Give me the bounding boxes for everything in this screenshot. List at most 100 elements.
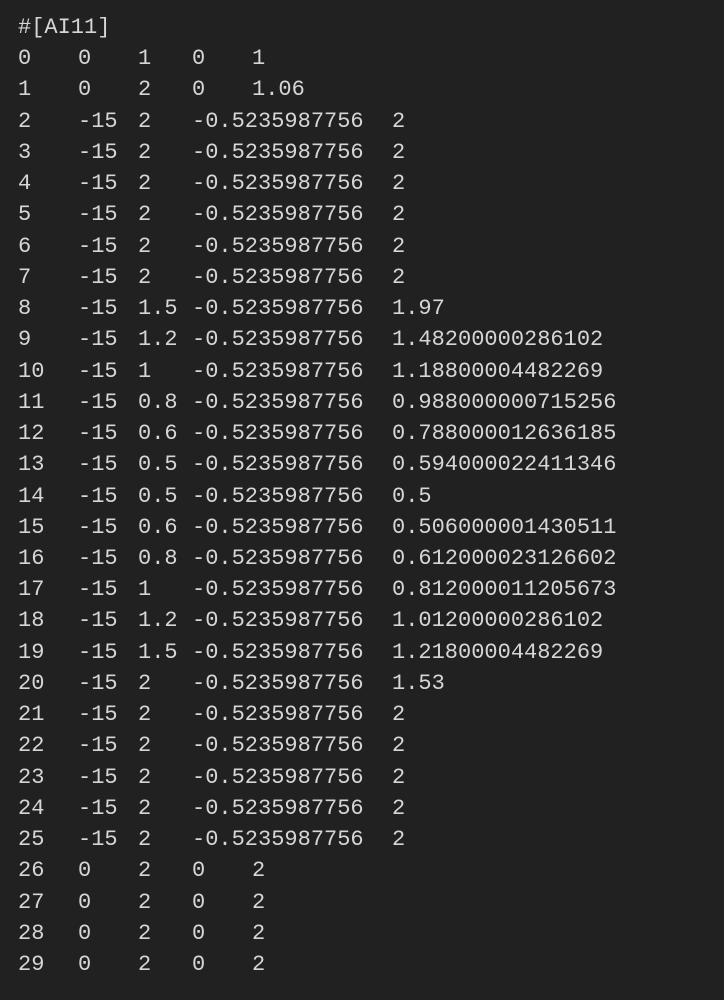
col-2: 0 [78, 43, 138, 74]
data-row: 3-152-0.52359877562 [18, 137, 706, 168]
col-4: -0.5235987756 [192, 574, 392, 605]
col-5: 1 [252, 43, 265, 74]
col-1: 17 [18, 574, 78, 605]
data-row: 14-150.5-0.52359877560.5 [18, 481, 706, 512]
col-3: 2 [138, 231, 192, 262]
col-5: 0.5 [392, 481, 432, 512]
col-5: 0.612000023126602 [392, 543, 616, 574]
col-2: 0 [78, 74, 138, 105]
col-4: -0.5235987756 [192, 512, 392, 543]
col-1: 0 [18, 43, 78, 74]
col-2: -15 [78, 168, 138, 199]
col-3: 1 [138, 356, 192, 387]
col-5: 2 [392, 106, 405, 137]
col-1: 20 [18, 668, 78, 699]
col-3: 2 [138, 262, 192, 293]
col-5: 0.594000022411346 [392, 449, 616, 480]
col-3: 2 [138, 199, 192, 230]
col-1: 19 [18, 637, 78, 668]
col-5: 2 [252, 949, 265, 980]
data-row: 7-152-0.52359877562 [18, 262, 706, 293]
data-row: 10201.06 [18, 74, 706, 105]
col-5: 0.988000000715256 [392, 387, 616, 418]
col-1: 1 [18, 74, 78, 105]
col-2: -15 [78, 481, 138, 512]
col-5: 2 [392, 262, 405, 293]
col-2: -15 [78, 512, 138, 543]
col-4: 0 [192, 887, 252, 918]
col-1: 2 [18, 106, 78, 137]
col-3: 2 [138, 168, 192, 199]
col-2: -15 [78, 824, 138, 855]
col-5: 0.788000012636185 [392, 418, 616, 449]
data-row: 15-150.6-0.52359877560.506000001430511 [18, 512, 706, 543]
col-3: 2 [138, 918, 192, 949]
col-5: 0.506000001430511 [392, 512, 616, 543]
data-row: 2-152-0.52359877562 [18, 106, 706, 137]
col-3: 2 [138, 106, 192, 137]
col-2: -15 [78, 730, 138, 761]
col-4: -0.5235987756 [192, 668, 392, 699]
col-2: -15 [78, 637, 138, 668]
data-row: 16-150.8-0.52359877560.612000023126602 [18, 543, 706, 574]
col-5: 1.48200000286102 [392, 324, 603, 355]
data-row: 19-151.5-0.52359877561.21800004482269 [18, 637, 706, 668]
data-row: 10-151-0.52359877561.18800004482269 [18, 356, 706, 387]
data-row: 12-150.6-0.52359877560.788000012636185 [18, 418, 706, 449]
col-3: 2 [138, 699, 192, 730]
col-1: 16 [18, 543, 78, 574]
data-row: 23-152-0.52359877562 [18, 762, 706, 793]
data-row: 4-152-0.52359877562 [18, 168, 706, 199]
col-3: 2 [138, 762, 192, 793]
col-4: -0.5235987756 [192, 481, 392, 512]
col-5: 2 [392, 824, 405, 855]
data-row: 8-151.5-0.52359877561.97 [18, 293, 706, 324]
col-1: 25 [18, 824, 78, 855]
col-2: 0 [78, 949, 138, 980]
col-2: 0 [78, 887, 138, 918]
col-2: -15 [78, 543, 138, 574]
col-5: 1.18800004482269 [392, 356, 603, 387]
col-4: -0.5235987756 [192, 324, 392, 355]
col-3: 0.5 [138, 481, 192, 512]
data-row: 00101 [18, 43, 706, 74]
col-4: -0.5235987756 [192, 730, 392, 761]
data-row: 21-152-0.52359877562 [18, 699, 706, 730]
col-4: -0.5235987756 [192, 793, 392, 824]
col-3: 1.5 [138, 637, 192, 668]
col-1: 15 [18, 512, 78, 543]
col-1: 5 [18, 199, 78, 230]
col-2: -15 [78, 418, 138, 449]
col-4: 0 [192, 43, 252, 74]
col-1: 8 [18, 293, 78, 324]
col-1: 29 [18, 949, 78, 980]
col-4: -0.5235987756 [192, 605, 392, 636]
col-5: 1.21800004482269 [392, 637, 603, 668]
col-3: 1.2 [138, 605, 192, 636]
col-2: 0 [78, 855, 138, 886]
col-3: 0.8 [138, 543, 192, 574]
col-2: -15 [78, 356, 138, 387]
col-4: -0.5235987756 [192, 262, 392, 293]
col-1: 6 [18, 231, 78, 262]
col-2: 0 [78, 918, 138, 949]
data-rows-container: 0010110201.062-152-0.523598775623-152-0.… [18, 43, 706, 980]
col-3: 2 [138, 793, 192, 824]
col-4: 0 [192, 855, 252, 886]
col-5: 1.06 [252, 74, 305, 105]
col-5: 2 [392, 199, 405, 230]
col-4: -0.5235987756 [192, 106, 392, 137]
col-1: 28 [18, 918, 78, 949]
col-1: 27 [18, 887, 78, 918]
col-5: 2 [392, 730, 405, 761]
col-2: -15 [78, 293, 138, 324]
col-5: 2 [392, 699, 405, 730]
col-5: 2 [392, 137, 405, 168]
col-1: 18 [18, 605, 78, 636]
col-1: 10 [18, 356, 78, 387]
col-3: 1 [138, 43, 192, 74]
data-row: 22-152-0.52359877562 [18, 730, 706, 761]
col-2: -15 [78, 387, 138, 418]
col-4: -0.5235987756 [192, 387, 392, 418]
col-3: 2 [138, 855, 192, 886]
